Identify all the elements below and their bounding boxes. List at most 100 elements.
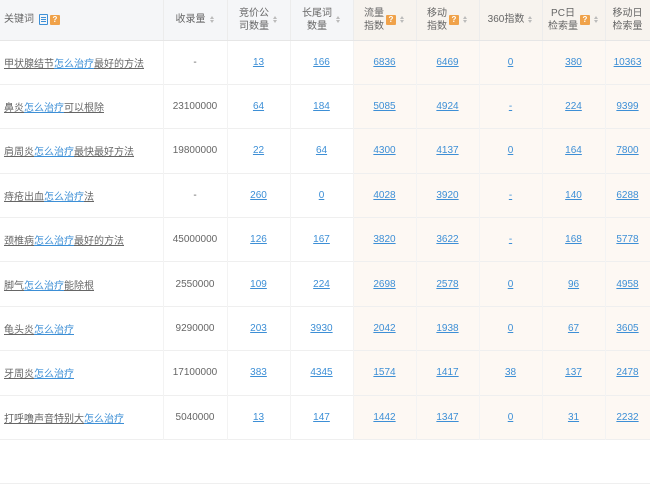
bid-companies-link[interactable]: 13	[227, 395, 291, 440]
longtail-count-link[interactable]: 147	[290, 395, 354, 440]
mobile-daily-link[interactable]: 3605	[605, 306, 650, 351]
copy-list-icon[interactable]	[39, 14, 48, 26]
index-360-link[interactable]: 0	[479, 306, 543, 351]
longtail-count-link[interactable]: 0	[290, 173, 354, 218]
mobile-daily-link[interactable]: 2232	[605, 395, 650, 440]
mobile-daily-link[interactable]: 4958	[605, 261, 650, 307]
sort-icon[interactable]	[209, 16, 215, 24]
mobile-daily-link[interactable]: 5778	[605, 217, 650, 262]
pc-daily-link[interactable]: 67	[542, 306, 606, 351]
mobile-daily-link[interactable]: 6288	[605, 173, 650, 218]
mobile-daily-link[interactable]: 10363	[605, 40, 650, 85]
keyword-cell[interactable]: 脚气怎么治疗能除根	[0, 261, 164, 307]
index-360-link[interactable]: 0	[479, 395, 543, 440]
keyword-link[interactable]: 甲状腺结节怎么治疗最好的方法	[4, 59, 144, 70]
index-360-link[interactable]: -	[479, 84, 543, 129]
traffic-index-link[interactable]: 1442	[353, 395, 417, 440]
bid-companies-link[interactable]: 260	[227, 173, 291, 218]
traffic-index-link[interactable]: 1574	[353, 350, 417, 396]
bid-companies-link[interactable]: 64	[227, 84, 291, 129]
longtail-count-link[interactable]: 3930	[290, 306, 354, 351]
bid-companies-link[interactable]: 203	[227, 306, 291, 351]
col-360-index[interactable]: 360指数	[479, 0, 543, 41]
col-bid-companies[interactable]: 竞价公 司数量	[227, 0, 291, 41]
mobile-index-link[interactable]: 1347	[416, 395, 480, 440]
pc-daily-link[interactable]: 140	[542, 173, 606, 218]
mobile-index-link[interactable]: 4924	[416, 84, 480, 129]
keyword-link[interactable]: 龟头炎怎么治疗	[4, 325, 74, 336]
keyword-link[interactable]: 颈椎病怎么治疗最好的方法	[4, 236, 124, 247]
bid-companies-link[interactable]: 126	[227, 217, 291, 262]
longtail-count-link[interactable]: 4345	[290, 350, 354, 396]
mobile-index-link[interactable]: 1417	[416, 350, 480, 396]
index-360-link[interactable]: -	[479, 217, 543, 262]
mobile-index-link[interactable]: 2578	[416, 261, 480, 307]
sort-icon[interactable]	[594, 16, 599, 24]
keyword-link[interactable]: 鼻炎怎么治疗可以根除	[4, 103, 104, 114]
keyword-cell[interactable]: 痔疮出血怎么治疗法	[0, 173, 164, 218]
index-360-link[interactable]: 38	[479, 350, 543, 396]
longtail-count-link[interactable]: 64	[290, 128, 354, 174]
col-mobile-index[interactable]: 移动 指数 ?	[416, 0, 480, 41]
mobile-index-link[interactable]: 6469	[416, 40, 480, 85]
help-icon[interactable]: ?	[386, 14, 396, 25]
keyword-link[interactable]: 痔疮出血怎么治疗法	[4, 192, 94, 203]
keyword-cell[interactable]: 牙周炎怎么治疗	[0, 350, 164, 396]
sort-icon[interactable]	[336, 16, 341, 24]
mobile-index-link[interactable]: 1938	[416, 306, 480, 351]
help-icon[interactable]: ?	[580, 14, 590, 25]
traffic-index-link[interactable]: 5085	[353, 84, 417, 129]
keyword-cell[interactable]: 打呼噜声音特别大怎么治疗	[0, 395, 164, 440]
help-icon[interactable]: ?	[50, 14, 60, 25]
keyword-cell[interactable]: 龟头炎怎么治疗	[0, 306, 164, 351]
keyword-link[interactable]: 脚气怎么治疗能除根	[4, 281, 94, 292]
mobile-daily-link[interactable]: 7800	[605, 128, 650, 174]
traffic-index-link[interactable]: 4028	[353, 173, 417, 218]
pc-daily-link[interactable]: 137	[542, 350, 606, 396]
col-indexed[interactable]: 收录量	[163, 0, 228, 41]
pc-daily-link[interactable]: 96	[542, 261, 606, 307]
keyword-link[interactable]: 打呼噜声音特别大怎么治疗	[4, 414, 124, 425]
pc-daily-link[interactable]: 168	[542, 217, 606, 262]
index-360-link[interactable]: -	[479, 173, 543, 218]
longtail-count-link[interactable]: 184	[290, 84, 354, 129]
keyword-cell[interactable]: 甲状腺结节怎么治疗最好的方法	[0, 40, 164, 85]
index-360-link[interactable]: 0	[479, 261, 543, 307]
longtail-count-link[interactable]: 166	[290, 40, 354, 85]
index-360-link[interactable]: 0	[479, 128, 543, 174]
mobile-index-link[interactable]: 3622	[416, 217, 480, 262]
bid-companies-link[interactable]: 383	[227, 350, 291, 396]
help-icon[interactable]: ?	[449, 14, 459, 25]
traffic-index-link[interactable]: 6836	[353, 40, 417, 85]
pc-daily-link[interactable]: 224	[542, 84, 606, 129]
bid-companies-link[interactable]: 13	[227, 40, 291, 85]
keyword-link[interactable]: 牙周炎怎么治疗	[4, 369, 74, 380]
sort-icon[interactable]	[463, 16, 468, 24]
sort-icon[interactable]	[400, 16, 405, 24]
mobile-daily-link[interactable]: 9399	[605, 84, 650, 129]
bid-companies-link[interactable]: 22	[227, 128, 291, 174]
traffic-index-link[interactable]: 2698	[353, 261, 417, 307]
mobile-daily-link[interactable]: 2478	[605, 350, 650, 396]
traffic-index-link[interactable]: 2042	[353, 306, 417, 351]
sort-icon[interactable]	[528, 16, 533, 24]
keyword-cell[interactable]: 肩周炎怎么治疗最快最好方法	[0, 128, 164, 174]
pc-daily-link[interactable]: 380	[542, 40, 606, 85]
index-360-link[interactable]: 0	[479, 40, 543, 85]
longtail-count-link[interactable]: 167	[290, 217, 354, 262]
col-traffic-index[interactable]: 流量 指数 ?	[353, 0, 417, 41]
col-longtail[interactable]: 长尾词 数量	[290, 0, 354, 41]
sort-icon[interactable]	[273, 16, 278, 24]
keyword-link[interactable]: 肩周炎怎么治疗最快最好方法	[4, 147, 134, 158]
pc-daily-link[interactable]: 164	[542, 128, 606, 174]
traffic-index-link[interactable]: 4300	[353, 128, 417, 174]
mobile-index-link[interactable]: 4137	[416, 128, 480, 174]
bid-companies-link[interactable]: 109	[227, 261, 291, 307]
col-pc-daily[interactable]: PC日 检索量 ?	[542, 0, 606, 41]
longtail-count-link[interactable]: 224	[290, 261, 354, 307]
traffic-index-link[interactable]: 3820	[353, 217, 417, 262]
keyword-cell[interactable]: 颈椎病怎么治疗最好的方法	[0, 217, 164, 262]
keyword-cell[interactable]: 鼻炎怎么治疗可以根除	[0, 84, 164, 129]
mobile-index-link[interactable]: 3920	[416, 173, 480, 218]
col-mobile-daily[interactable]: 移动日 检索量	[605, 0, 650, 41]
